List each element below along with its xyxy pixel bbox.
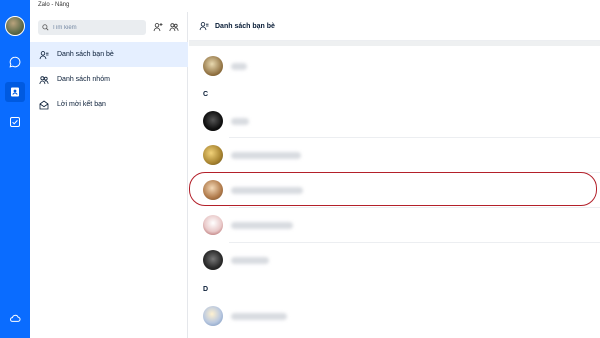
search-box[interactable] [38, 20, 146, 35]
contact-name-blurred [231, 256, 269, 264]
create-group-button[interactable] [167, 20, 181, 34]
section-letter-d: D [203, 286, 209, 293]
section-letter-c: C [203, 91, 209, 98]
friends-list-icon [39, 50, 49, 60]
search-input[interactable] [52, 24, 142, 31]
contacts-menu: Danh sách bạn bè Danh sách nhóm Lời mời … [30, 42, 188, 117]
contact-row[interactable] [189, 104, 600, 138]
contact-row[interactable] [189, 208, 600, 242]
contacts-icon[interactable] [5, 82, 25, 102]
user-avatar[interactable] [5, 16, 25, 36]
contact-avatar [203, 250, 223, 270]
contact-name-blurred [231, 221, 293, 229]
menu-item-friend-requests[interactable]: Lời mời kết bạn [30, 92, 188, 117]
menu-item-friends-list[interactable]: Danh sách bạn bè [30, 42, 188, 67]
panel-title: Danh sách bạn bè [215, 22, 275, 30]
create-group-icon [169, 23, 179, 32]
contact-avatar [203, 215, 223, 235]
chat-icon[interactable] [5, 52, 25, 72]
contact-name-blurred [231, 62, 247, 70]
header-separator [189, 41, 600, 46]
contact-avatar [203, 111, 223, 131]
contact-name-blurred [231, 117, 249, 125]
contact-row[interactable] [189, 299, 600, 333]
contact-name-blurred [231, 312, 287, 320]
highlight-annotation [189, 172, 597, 206]
nav-rail [0, 0, 30, 338]
panel-header: Danh sách bạn bè [189, 12, 600, 41]
contact-avatar [203, 306, 223, 326]
menu-item-label: Lời mời kết bạn [57, 101, 106, 108]
cloud-icon[interactable] [5, 308, 25, 328]
menu-item-label: Danh sách bạn bè [57, 51, 114, 58]
contact-name-blurred [231, 151, 301, 159]
contact-row[interactable] [189, 49, 600, 83]
todo-icon[interactable] [5, 112, 25, 132]
contacts-sidebar: Danh sách bạn bè Danh sách nhóm Lời mời … [30, 12, 188, 338]
add-friend-button[interactable] [151, 20, 165, 34]
friend-request-icon [39, 100, 49, 110]
contact-row[interactable] [189, 243, 600, 277]
contact-avatar [203, 56, 223, 76]
menu-item-group-list[interactable]: Danh sách nhóm [30, 67, 188, 92]
contact-row[interactable] [189, 138, 600, 172]
friends-list-icon [199, 21, 209, 31]
search-icon [42, 24, 49, 31]
title-bar: Zalo - Nâng [30, 0, 600, 12]
add-friend-icon [153, 23, 163, 32]
group-list-icon [39, 75, 49, 85]
contact-avatar [203, 145, 223, 165]
menu-item-label: Danh sách nhóm [57, 76, 110, 83]
window-title: Zalo - Nâng [38, 2, 70, 8]
